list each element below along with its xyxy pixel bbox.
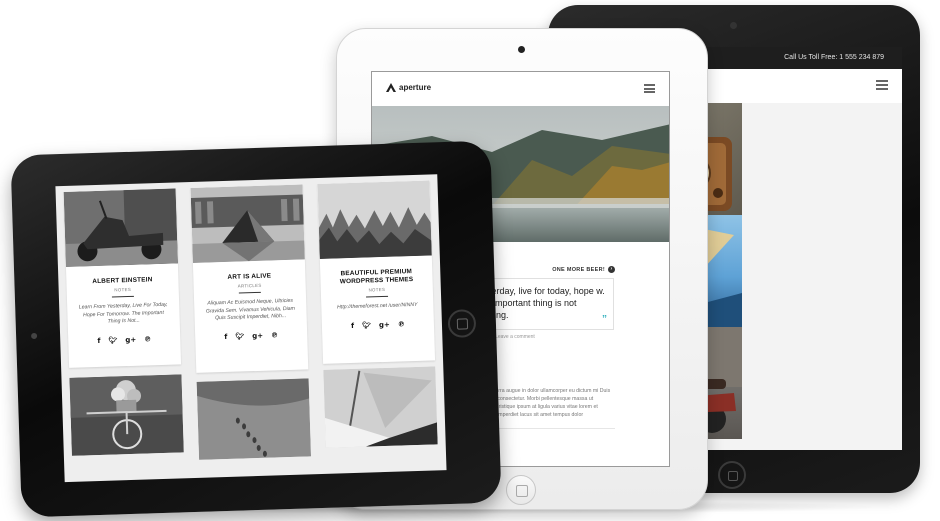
front-tablet-screen: ALBERT EINSTEIN NOTES Learn From Yesterd…: [55, 174, 447, 483]
card-share-icons: f 🐦︎ g+ ℗: [195, 330, 307, 342]
card-divider: [111, 295, 134, 298]
facebook-icon[interactable]: f: [351, 321, 354, 329]
card-excerpt: Aliquam Ac Euismod Neque, Ultricies Grav…: [205, 297, 296, 322]
google-plus-icon[interactable]: g+: [125, 335, 136, 343]
card-excerpt: Learn From Yesterday, Live For Today, Ho…: [78, 301, 168, 325]
pinterest-icon[interactable]: ℗: [398, 320, 405, 328]
twitter-icon[interactable]: 🐦︎: [362, 321, 371, 329]
facebook-icon[interactable]: f: [97, 336, 100, 344]
back-tablet-camera: [730, 22, 737, 29]
card-divider: [238, 291, 261, 294]
card-share-icons: f 🐦︎ g+ ℗: [322, 319, 434, 331]
facebook-icon[interactable]: f: [224, 332, 227, 340]
front-tablet-home-button[interactable]: [447, 309, 477, 338]
google-plus-icon[interactable]: g+: [252, 331, 263, 339]
twitter-icon[interactable]: 🐦︎: [108, 336, 117, 344]
pinterest-icon[interactable]: ℗: [271, 331, 278, 339]
thumb-bicycle-flowers[interactable]: [69, 374, 184, 456]
card-excerpt: Http://themeforest.net /user/NINNY: [337, 301, 418, 311]
front-tablet-camera: [31, 332, 38, 340]
card-category[interactable]: NOTES: [67, 285, 179, 294]
blog-card-art[interactable]: ART IS ALIVE ARTICLES Aliquam Ac Euismod…: [190, 184, 309, 373]
card-title[interactable]: BEAUTIFUL PREMIUM WORDPRESS THEMES: [320, 267, 432, 287]
thumb-footprints-sand[interactable]: [196, 378, 312, 460]
white-tablet-home-button[interactable]: [506, 475, 536, 505]
back-tablet-home-button[interactable]: [718, 461, 746, 489]
card-divider: [366, 295, 389, 298]
blog-card-themes[interactable]: BEAUTIFUL PREMIUM WORDPRESS THEMES NOTES…: [317, 180, 436, 364]
card-category[interactable]: ARTICLES: [194, 281, 306, 290]
twitter-icon[interactable]: 🐦︎: [235, 332, 244, 340]
card-thumb-forest: [317, 180, 432, 259]
thumb-sailboat-bw[interactable]: [323, 366, 438, 448]
aperture-logo-icon: [386, 83, 396, 92]
card-thumb-vespa: [63, 188, 178, 267]
site-logo[interactable]: aperture: [386, 83, 431, 92]
card-category[interactable]: NOTES: [321, 285, 433, 294]
more-link[interactable]: ONE MORE BEER! ›: [552, 266, 615, 273]
google-plus-icon[interactable]: g+: [379, 320, 390, 328]
front-tablet: ALBERT EINSTEIN NOTES Learn From Yesterd…: [10, 140, 502, 518]
card-thumb-louvre: [190, 184, 305, 263]
site-logo-text: aperture: [399, 83, 432, 92]
card-share-icons: f 🐦︎ g+ ℗: [68, 334, 180, 346]
arrow-right-icon: ›: [608, 266, 615, 273]
hamburger-menu-icon[interactable]: [644, 84, 655, 93]
site-header: aperture: [372, 72, 669, 106]
more-link-label: ONE MORE BEER!: [552, 266, 605, 273]
pinterest-icon[interactable]: ℗: [144, 335, 151, 343]
white-tablet-camera: [518, 46, 525, 53]
blog-card-einstein[interactable]: ALBERT EINSTEIN NOTES Learn From Yesterd…: [63, 188, 182, 368]
hamburger-menu-icon[interactable]: [876, 80, 888, 90]
quote-icon: ”: [602, 314, 607, 325]
